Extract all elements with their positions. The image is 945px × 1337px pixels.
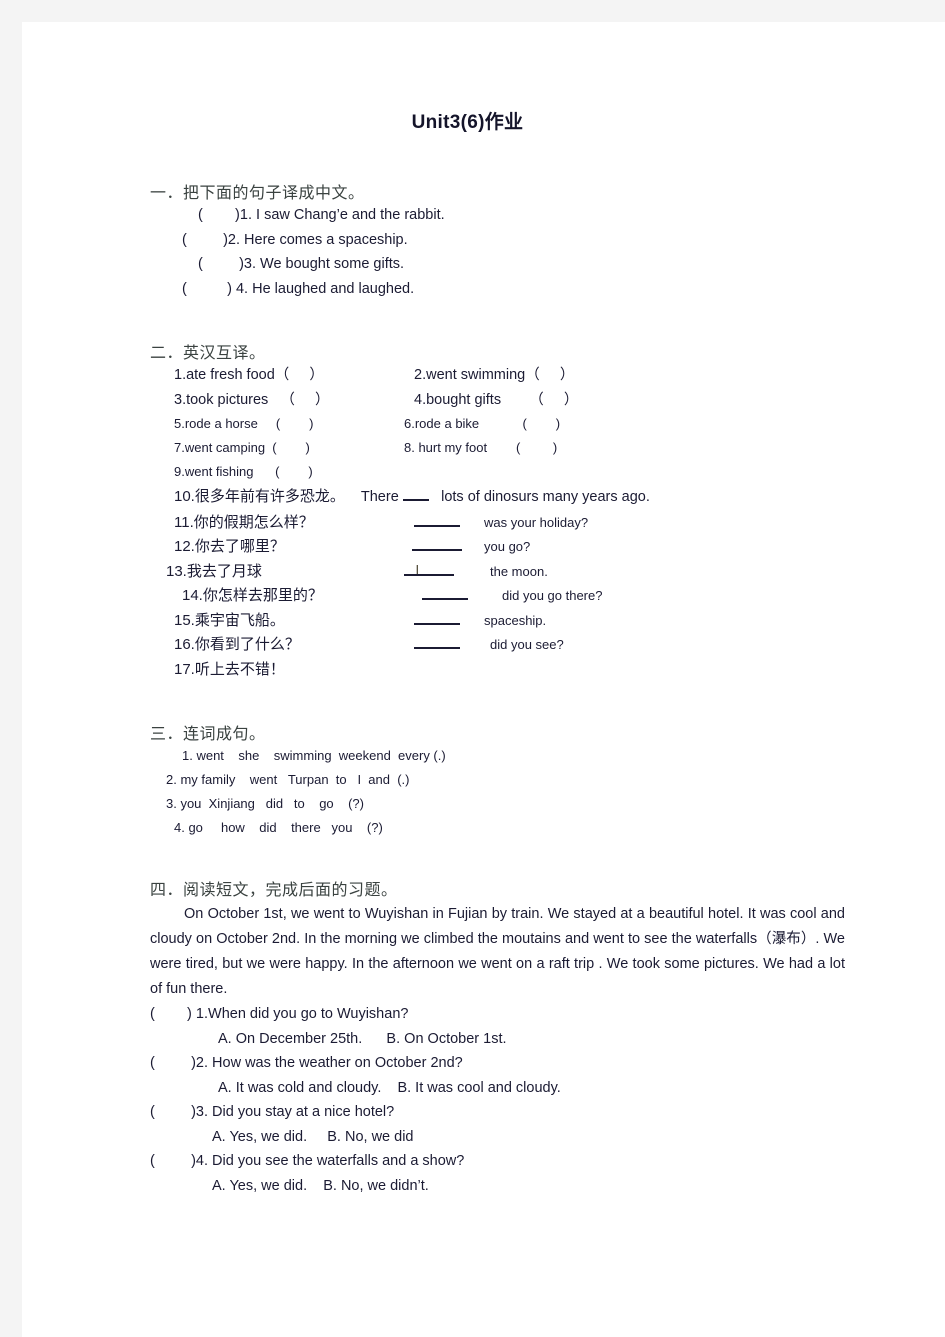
section-2-translation-items: 10.很多年前有许多恐龙。 There lots of dinosurs many… (150, 484, 845, 682)
item-chinese: 12.你去了哪里？ (174, 535, 389, 560)
item-number: 10. (174, 488, 195, 505)
item-chinese: 11.你的假期怎么样？ (174, 511, 389, 536)
item-chinese: 很多年前有许多恐龙。 (194, 488, 345, 505)
item-chinese: 14.你怎样去那里的？ (182, 584, 397, 609)
word-item: 9.went fishing ( ) (174, 464, 313, 479)
answer-blank-cell (397, 584, 492, 609)
mcq-question-options[interactable]: A. Yes, we did. B. No, we didn’t. (212, 1174, 845, 1199)
item-english: was your holiday? (484, 514, 589, 530)
item-chinese-text: 你怎样去那里的？ (202, 587, 323, 604)
word-pair-row: 9.went fishing ( ) (174, 460, 845, 484)
answer-blank-cell (389, 511, 484, 536)
item-number: 15. (174, 611, 195, 629)
item-english: did you go there? (502, 588, 603, 603)
section-1-item: ( )1. I saw Chang’e and the rabbit. (198, 207, 445, 223)
answer-blank[interactable] (411, 536, 462, 551)
item-english: did you see? (490, 637, 564, 652)
item-chinese-text: 你的假期怎么样？ (193, 513, 314, 531)
reading-passage-text: On October 1st, we went to Wuyishan in F… (150, 906, 845, 997)
mcq-question-options[interactable]: A. It was cold and cloudy. B. It was coo… (218, 1076, 845, 1101)
section-1-item: ( )3. We bought some gifts. (198, 256, 405, 272)
item-number: 16. (174, 636, 195, 653)
item-number: 11. (174, 513, 194, 531)
item-chinese-text: 你看到了什么？ (194, 636, 300, 653)
translation-item: 15.乘宇宙飞船。 spaceship. (174, 609, 845, 634)
section-2-heading: 二．英汉互译。 (150, 345, 266, 362)
item-chinese-text: 你去了哪里？ (194, 538, 285, 555)
item-number: 14. (182, 587, 203, 604)
answer-blank-cell (389, 633, 484, 658)
section-4-heading: 四．阅读短文，完成后面的习题。 (150, 882, 398, 899)
translation-item: 10.很多年前有许多恐龙。 There lots of dinosurs many… (174, 484, 845, 511)
answer-blank[interactable] (402, 487, 429, 501)
word-item: 6.rode a bike ( ) (404, 416, 561, 431)
translation-item: 13.我去了月球 the moon. (166, 560, 845, 585)
word-item: 8. hurt my foot ( ) (404, 440, 558, 455)
section-3-item: 4. go how did there you (?) (174, 820, 383, 835)
reading-passage: On October 1st, we went to Wuyishan in F… (150, 902, 845, 1002)
item-chinese: 13.我去了月球 (166, 560, 381, 585)
word-item (404, 460, 845, 484)
section-1-item: ( ) 4. He laughed and laughed. (182, 280, 415, 297)
item-chinese-text: 听上去不错！ (194, 660, 285, 678)
answer-blank-cell (381, 560, 476, 585)
section-1-items: ( )1. I saw Chang’e and the rabbit. ( )2… (150, 203, 845, 301)
item-english: spaceship. (484, 612, 547, 628)
translation-item: 17.听上去不错！ (174, 658, 845, 683)
item-english: you go? (484, 539, 531, 554)
answer-blank-cell (389, 535, 484, 560)
item-chinese-text: 乘宇宙飞船。 (194, 611, 285, 629)
mcq-question-stem: ( )2. How was the weather on October 2nd… (150, 1055, 463, 1071)
section-3-item: 1. went she swimming weekend every (.) (182, 748, 446, 763)
answer-blank[interactable] (413, 610, 460, 625)
item-number: 13. (166, 562, 187, 580)
translation-item: 16.你看到了什么？ did you see? (174, 633, 845, 658)
section-3-heading: 三．连词成句。 (150, 726, 266, 743)
section-3-items: 1. went she swimming weekend every (.) 2… (150, 744, 845, 840)
word-pair-row: 7.went camping ( ) 8. hurt my foot ( ) (174, 436, 845, 460)
mcq-question-stem: ( ) 1.When did you go to Wuyishan? (150, 1006, 409, 1022)
word-item: 4.bought gifts （ ） (414, 391, 579, 408)
section-1-heading: 一．把下面的句子译成中文。 (150, 185, 365, 202)
answer-blank-filled[interactable] (403, 561, 454, 576)
worksheet-page: Unit3(6)作业 一．把下面的句子译成中文。 ( )1. I saw Cha… (22, 22, 945, 1337)
section-3-item: 2. my family went Turpan to I and (.) (166, 772, 410, 787)
word-item: 3.took pictures （ ） (174, 391, 330, 408)
translation-item: 12.你去了哪里？ you go? (174, 535, 845, 560)
word-item: 5.rode a horse ( ) (174, 416, 314, 431)
answer-blank[interactable] (413, 512, 460, 527)
item-chinese: 15.乘宇宙飞船。 (174, 609, 389, 634)
item-chinese-text: 我去了月球 (186, 562, 262, 580)
translation-item: 14.你怎样去那里的？ did you go there? (182, 584, 845, 609)
mcq-question-stem: ( )3. Did you stay at a nice hotel? (150, 1104, 395, 1120)
word-item: 1.ate fresh food（ ） (174, 367, 324, 383)
word-pair-row: 1.ate fresh food（ ） 2.went swimming（ ） (174, 363, 845, 388)
item-chinese: 16.你看到了什么？ (174, 633, 389, 658)
item-number: 17. (174, 660, 195, 678)
item-chinese: 17.听上去不错！ (174, 658, 389, 683)
item-number: 12. (174, 538, 195, 555)
section-4-questions: ( ) 1.When did you go to Wuyishan? A. On… (150, 1002, 845, 1198)
word-item: 7.went camping ( ) (174, 440, 310, 455)
answer-blank[interactable] (413, 634, 460, 649)
section-2-word-pairs: 1.ate fresh food（ ） 2.went swimming（ ） 3… (150, 363, 845, 484)
item-english: the moon. (490, 563, 548, 579)
mcq-question-options[interactable]: A. On December 25th. B. On October 1st. (218, 1027, 845, 1052)
word-item: 2.went swimming（ ） (414, 367, 575, 383)
section-1-item: ( )2. Here comes a spaceship. (182, 231, 408, 248)
word-pair-row: 3.took pictures （ ） 4.bought gifts （ ） (174, 388, 845, 413)
translation-item: 11.你的假期怎么样？ was your holiday? (174, 511, 845, 536)
answer-blank-cell (389, 609, 484, 634)
answer-blank[interactable] (421, 585, 468, 600)
mcq-question-stem: ( )4. Did you see the waterfalls and a s… (150, 1153, 465, 1169)
item-english-after: lots of dinosurs many years ago. (441, 489, 650, 505)
section-3-item: 3. you Xinjiang did to go (?) (166, 796, 364, 811)
word-pair-row: 5.rode a horse ( ) 6.rode a bike ( ) (174, 412, 845, 436)
item-english-before: There (360, 489, 399, 505)
mcq-question-options[interactable]: A. Yes, we did. B. No, we did (212, 1125, 845, 1150)
page-title: Unit3(6)作业 (411, 112, 524, 133)
